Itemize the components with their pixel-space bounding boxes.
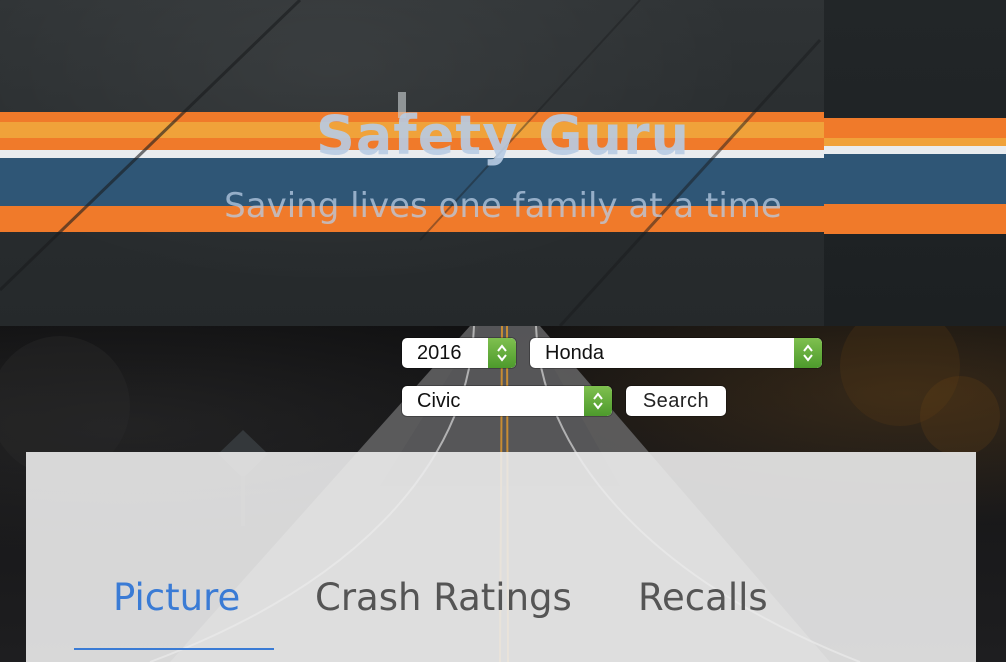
year-select-value: 2016 bbox=[417, 342, 462, 364]
site-tagline: Saving lives one family at a time bbox=[224, 186, 782, 226]
make-select[interactable]: Honda bbox=[530, 338, 822, 368]
tab-recalls[interactable]: Recalls bbox=[638, 576, 768, 619]
chevron-up-down-icon bbox=[593, 392, 603, 410]
site-title: Safety Guru bbox=[315, 104, 691, 167]
model-select-stepper[interactable] bbox=[584, 386, 612, 416]
tab-crash-ratings[interactable]: Crash Ratings bbox=[315, 576, 572, 619]
model-select-value: Civic bbox=[417, 390, 461, 412]
year-select-stepper[interactable] bbox=[488, 338, 516, 368]
make-select-stepper[interactable] bbox=[794, 338, 822, 368]
year-select[interactable]: 2016 bbox=[402, 338, 516, 368]
chevron-up-down-icon bbox=[497, 344, 507, 362]
app-page: Safety Guru Saving lives one family at a… bbox=[0, 0, 1006, 662]
model-select[interactable]: Civic bbox=[402, 386, 612, 416]
active-tab-indicator bbox=[74, 648, 274, 650]
results-panel: Picture Crash Ratings Recalls bbox=[26, 452, 976, 662]
search-button[interactable]: Search bbox=[626, 386, 726, 416]
tab-picture[interactable]: Picture bbox=[113, 576, 240, 619]
hero-banner: Safety Guru Saving lives one family at a… bbox=[0, 0, 1006, 326]
make-select-value: Honda bbox=[545, 342, 604, 364]
chevron-up-down-icon bbox=[803, 344, 813, 362]
